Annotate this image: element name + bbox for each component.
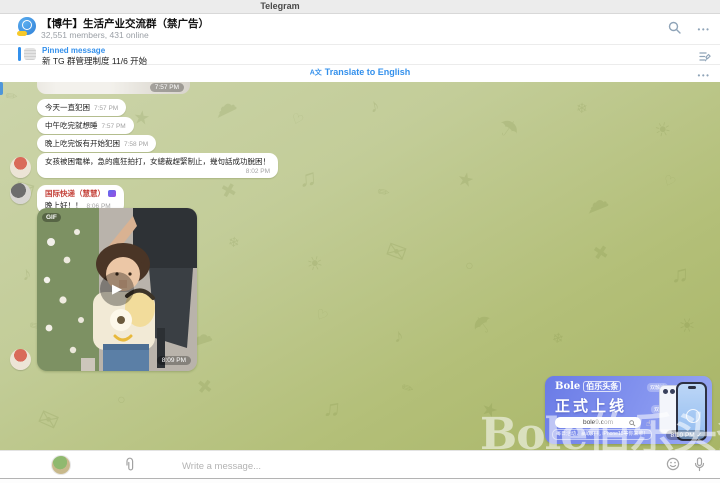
emoji-button[interactable]: [666, 457, 680, 476]
group-title: 【博牛】生活产业交流群（禁广告）: [41, 16, 209, 31]
ad-brand-name: Bole: [555, 381, 580, 392]
message-time: 8:09 PM: [157, 356, 191, 365]
message-text: 女孩被困電梯，急的瘋狂拍打，女總裁趕緊制止，幾句話成功脫困！: [45, 157, 270, 166]
message-input[interactable]: [180, 455, 584, 477]
message-bubble: 晚上吃完饭有开始犯困 7:58 PM: [37, 135, 156, 152]
voice-message-button[interactable]: [693, 457, 706, 477]
attach-button[interactable]: [124, 457, 136, 477]
paperclip-icon: [124, 457, 136, 472]
sender-name[interactable]: 国际快递（慧慧）: [45, 189, 105, 198]
ad-time-text: 8:10 PM: [671, 432, 695, 439]
group-avatar[interactable]: [18, 17, 36, 35]
translate-icon: A文: [310, 68, 322, 78]
sender-avatar[interactable]: [10, 157, 31, 178]
play-icon: ▶: [112, 281, 122, 296]
search-icon: [668, 21, 681, 34]
gif-message[interactable]: GIF ▶ 8:09 PM: [37, 208, 197, 371]
ellipsis-icon: •••: [698, 71, 711, 80]
ad-headline: 正式上线: [555, 395, 627, 416]
ad-brand: Bole伯乐头条: [555, 381, 621, 392]
chat-menu-button[interactable]: •••: [696, 23, 712, 39]
translate-label: Translate to English: [325, 67, 411, 77]
chat-history[interactable]: ✎★☁♡♪☂❄☀✉○✚♫✎★☁♡♪☂❄☀✉○✚♫✎★☁♡♪☂❄☀✉○✚♫✎★☁♡…: [0, 82, 720, 450]
ad-promo-text: 每日活动，赢取好礼 iPhone15等你来拿！: [552, 429, 652, 440]
message-time: 8:02 PM: [45, 168, 270, 175]
send-as-avatar[interactable]: [52, 456, 70, 474]
pinned-accent-bar: [18, 47, 21, 61]
message-time: 7:57 PM: [102, 123, 126, 130]
window-title: Telegram: [0, 1, 560, 11]
message-time: 7:57 PM: [94, 105, 118, 112]
pointer-hand-icon: ☝: [646, 419, 651, 428]
sender-avatar[interactable]: [10, 349, 31, 370]
emoji-smile-icon: [666, 457, 680, 471]
telegram-window: Telegram 【博牛】生活产业交流群（禁广告） 32,551 members…: [0, 0, 720, 483]
translate-button[interactable]: A文Translate to English: [0, 67, 720, 78]
ad-brand-suffix: 伯乐头条: [583, 381, 621, 392]
gif-label: GIF: [42, 213, 61, 222]
message-text: 晚上吃完饭有开始犯困: [45, 139, 120, 148]
microphone-icon: [693, 457, 706, 472]
group-members-status: 32,551 members, 431 online: [41, 30, 149, 40]
sender-emoji-badge-icon: [108, 190, 116, 197]
message-text: 今天一直犯困: [45, 103, 90, 112]
pinned-list-icon: [699, 50, 711, 62]
photo-message-partial[interactable]: 7:57 PM: [37, 82, 190, 94]
message-composer: [0, 450, 720, 479]
ad-search-pill: bole9.com: [555, 417, 641, 428]
window-titlebar: Telegram: [0, 0, 720, 14]
ad-url: bole9.com: [583, 419, 613, 426]
search-button[interactable]: [668, 21, 684, 37]
message-bubble: 中午吃完就想睡 7:57 PM: [37, 117, 134, 134]
message-text: 中午吃完就想睡: [45, 121, 98, 130]
sender-avatar[interactable]: [10, 183, 31, 204]
translate-bar: A文Translate to English •••: [0, 65, 720, 83]
ellipsis-icon: •••: [698, 25, 711, 34]
search-icon: [629, 420, 636, 427]
message-time: 8:10 PM ✓: [666, 430, 707, 440]
message-bubble: 女孩被困電梯，急的瘋狂拍打，女總裁趕緊制止，幾句話成功脫困！ 8:02 PM: [37, 153, 278, 178]
play-button[interactable]: ▶: [100, 272, 134, 306]
group-avatar-badge: [17, 31, 27, 36]
scroll-indicator[interactable]: [0, 82, 3, 95]
chat-header[interactable]: 【博牛】生活产业交流群（禁广告） 32,551 members, 431 onl…: [0, 14, 720, 45]
group-logo-icon: [22, 20, 32, 30]
sent-check-icon: ✓: [697, 432, 702, 439]
message-time: 7:57 PM: [150, 83, 184, 92]
message-bubble: 今天一直犯困 7:57 PM: [37, 99, 126, 116]
pinned-thumbnail: [24, 48, 36, 60]
window-bottom-edge: [0, 478, 720, 483]
pinned-message-bar[interactable]: Pinned message 新 TG 群管理制度 11/6 开始: [0, 45, 720, 65]
ad-banner-message[interactable]: Bole伯乐头条 双触达 双触达 正式上线 bole9.com ☝ 每日活动，赢…: [545, 376, 712, 444]
message-time: 7:58 PM: [124, 141, 148, 148]
